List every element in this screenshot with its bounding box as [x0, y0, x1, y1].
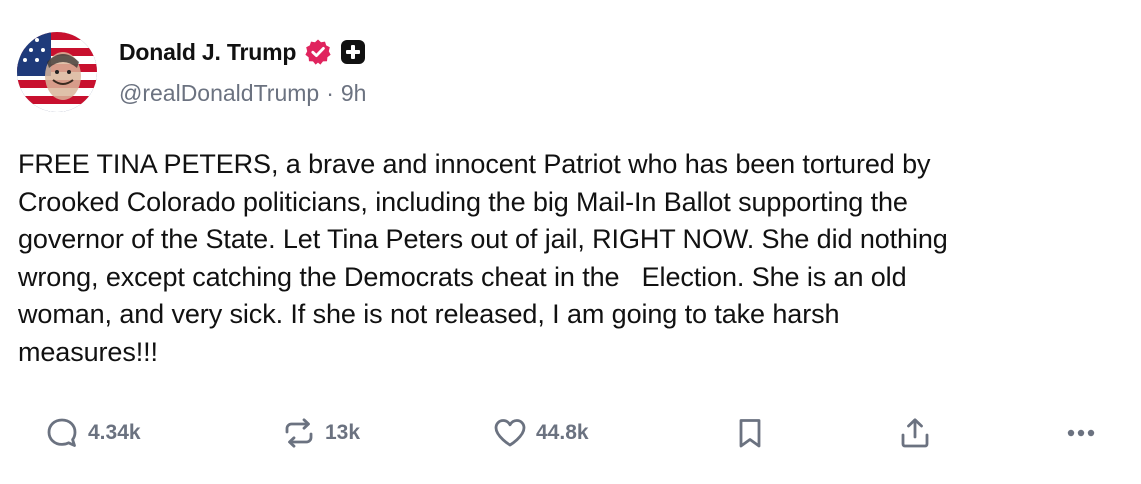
post-header: Donald J. Trump @realDonaldTrump · 9h — [119, 36, 366, 107]
name-row: Donald J. Trump — [119, 36, 366, 68]
plus-badge-icon — [340, 39, 366, 65]
heart-icon — [492, 415, 528, 451]
handle[interactable]: @realDonaldTrump — [119, 80, 319, 107]
timestamp[interactable]: 9h — [341, 80, 367, 107]
handle-row: @realDonaldTrump · 9h — [119, 80, 366, 107]
verified-badge-icon — [304, 38, 332, 66]
like-count: 44.8k — [536, 421, 589, 444]
action-bar: 4.34k 13k 44.8k — [0, 410, 1141, 456]
share-button[interactable] — [897, 410, 933, 456]
post-card: Donald J. Trump @realDonaldTrump · 9h FR… — [0, 0, 1141, 484]
display-name[interactable]: Donald J. Trump — [119, 39, 296, 66]
bookmark-icon — [732, 415, 768, 451]
separator-dot: · — [326, 80, 334, 106]
post-text: FREE TINA PETERS, a brave and innocent P… — [18, 149, 948, 367]
more-options-button[interactable] — [1063, 410, 1099, 456]
bookmark-button[interactable] — [732, 410, 768, 456]
reply-count: 4.34k — [88, 421, 141, 444]
avatar[interactable] — [17, 32, 97, 112]
repost-button[interactable]: 13k — [281, 410, 360, 456]
repost-icon — [281, 415, 317, 451]
reply-icon — [44, 415, 80, 451]
reply-button[interactable]: 4.34k — [44, 410, 141, 456]
repost-count: 13k — [325, 421, 361, 444]
share-icon — [897, 415, 933, 451]
like-button[interactable]: 44.8k — [492, 410, 589, 456]
more-icon — [1063, 415, 1099, 451]
